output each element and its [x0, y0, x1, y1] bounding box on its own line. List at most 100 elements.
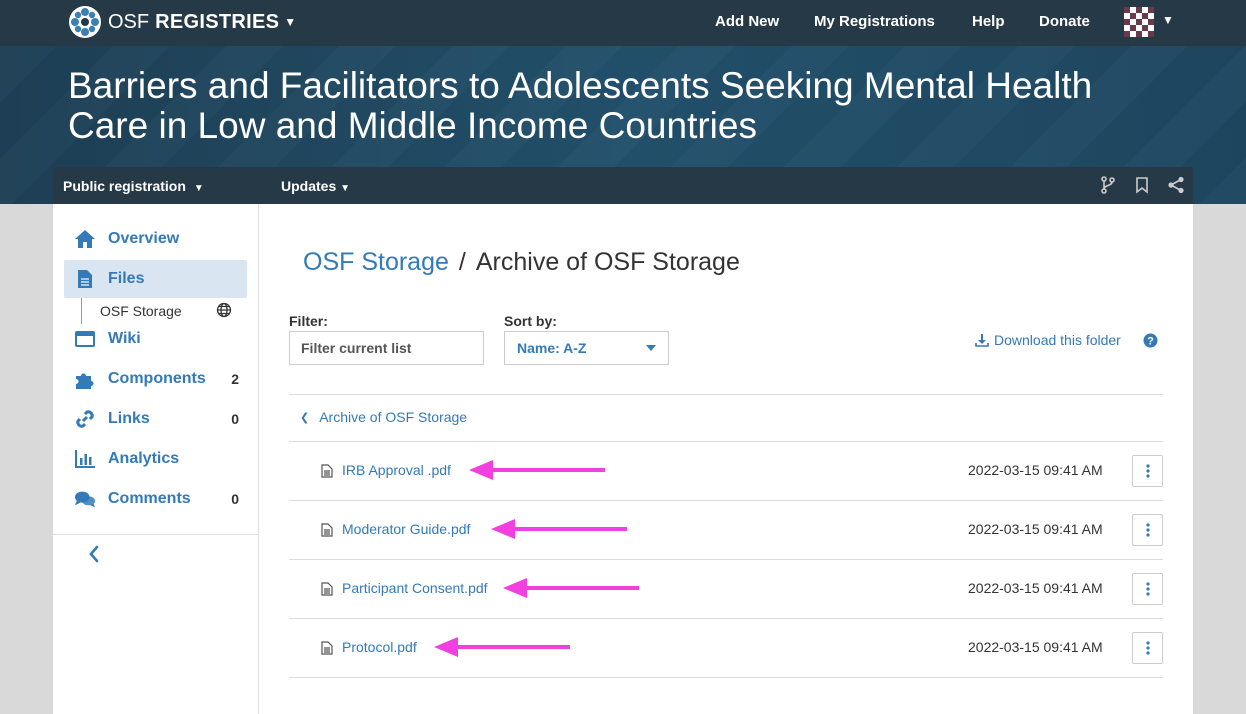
annotation-arrow	[503, 578, 639, 598]
breadcrumb-current: Archive of OSF Storage	[475, 248, 740, 276]
more-vertical-icon	[1145, 464, 1150, 478]
divider	[289, 394, 1163, 395]
sidebar-item-label: Files	[108, 270, 145, 287]
bookmark-icon[interactable]	[1133, 176, 1151, 194]
osf-logo-icon	[69, 6, 101, 38]
download-folder-label: Download this folder	[994, 332, 1121, 348]
filter-label: Filter:	[289, 313, 328, 329]
chevron-down-icon	[646, 345, 656, 351]
file-row[interactable]: Participant Consent.pdf 2022-03-15 09:41…	[289, 560, 1163, 618]
brand-caret-icon: ▼	[284, 15, 297, 29]
annotation-arrow	[434, 637, 570, 657]
parent-folder-link[interactable]: ❮ Archive of OSF Storage	[300, 409, 467, 425]
file-row[interactable]: IRB Approval .pdf 2022-03-15 09:41 AM	[289, 442, 1163, 500]
sidebar-item-analytics[interactable]: Analytics	[64, 440, 247, 478]
wiki-icon	[74, 328, 96, 350]
breadcrumb-separator: /	[458, 248, 466, 276]
more-vertical-icon	[1145, 582, 1150, 596]
sidebar-item-count: 2	[231, 371, 239, 387]
file-date: 2022-03-15 09:41 AM	[968, 521, 1103, 537]
chevron-left-icon: ❮	[300, 411, 310, 424]
file-name[interactable]: Moderator Guide.pdf	[342, 521, 470, 537]
more-vertical-icon	[1145, 523, 1150, 537]
download-icon	[975, 334, 989, 347]
sort-select[interactable]: Name: A-Z	[504, 331, 669, 365]
file-options-button[interactable]	[1132, 573, 1163, 605]
chevron-down-icon: ▼	[340, 183, 351, 194]
file-icon	[74, 268, 96, 290]
file-text-icon	[321, 464, 333, 478]
osf-storage-label: OSF Storage	[100, 303, 182, 319]
globe-icon	[216, 302, 232, 318]
help-question-icon[interactable]: ?	[1143, 333, 1158, 348]
donate-link[interactable]: Donate	[1039, 13, 1090, 30]
filter-input[interactable]	[289, 331, 484, 365]
updates-label: Updates	[281, 178, 337, 194]
breadcrumb: OSF Storage / Archive of OSF Storage	[303, 248, 740, 277]
chevron-down-icon: ▼	[193, 183, 204, 194]
user-avatar[interactable]	[1124, 7, 1154, 37]
sidebar-item-count: 0	[231, 411, 239, 427]
main-panel: Overview Files OSF Storage Wiki Componen…	[53, 204, 1193, 714]
file-date: 2022-03-15 09:41 AM	[968, 462, 1103, 478]
sidebar-item-count: 0	[231, 491, 239, 507]
file-date: 2022-03-15 09:41 AM	[968, 580, 1103, 596]
sidebar-item-label: Comments	[108, 490, 191, 507]
home-icon	[74, 228, 96, 250]
analytics-icon	[74, 448, 96, 470]
parent-folder-label: Archive of OSF Storage	[319, 409, 468, 425]
file-options-button[interactable]	[1132, 455, 1163, 487]
user-menu-caret-icon[interactable]: ▼	[1162, 13, 1174, 27]
sidebar-item-label: Components	[108, 370, 206, 387]
sidebar-divider	[53, 534, 259, 535]
brand[interactable]: OSF REGISTRIES ▼	[68, 5, 296, 39]
annotation-arrow	[469, 460, 605, 480]
help-link[interactable]: Help	[972, 13, 1005, 30]
svg-text:?: ?	[1147, 335, 1154, 347]
file-text-icon	[321, 582, 333, 596]
sidebar-item-label: Overview	[108, 230, 180, 247]
comments-icon	[74, 488, 96, 510]
sidebar-item-label: Wiki	[108, 330, 141, 347]
sidebar-item-wiki[interactable]: Wiki	[64, 320, 247, 358]
page-title: Barriers and Facilitators to Adolescents…	[68, 65, 1093, 146]
updates-dropdown[interactable]: Updates ▼	[281, 178, 350, 194]
file-date: 2022-03-15 09:41 AM	[968, 639, 1103, 655]
file-options-button[interactable]	[1132, 514, 1163, 546]
file-options-button[interactable]	[1132, 632, 1163, 664]
public-registration-dropdown[interactable]: Public registration ▼	[63, 178, 204, 194]
file-row[interactable]: Protocol.pdf 2022-03-15 09:41 AM	[289, 619, 1163, 677]
sidebar-item-files[interactable]: Files	[64, 260, 247, 298]
fork-icon[interactable]	[1099, 176, 1117, 194]
file-text-icon	[321, 641, 333, 655]
share-icon[interactable]	[1167, 176, 1185, 194]
file-name[interactable]: IRB Approval .pdf	[342, 462, 451, 478]
sidebar-item-links[interactable]: Links 0	[64, 400, 247, 438]
divider	[289, 677, 1163, 678]
puzzle-icon	[74, 368, 96, 390]
collapse-sidebar-chevron-left-icon[interactable]	[85, 544, 105, 564]
brand-registries-text: REGISTRIES	[155, 10, 280, 33]
more-vertical-icon	[1145, 641, 1150, 655]
file-name[interactable]: Participant Consent.pdf	[342, 580, 488, 596]
registration-subnav: Public registration ▼ Updates ▼	[53, 167, 1193, 204]
sidebar-item-label: Links	[108, 410, 150, 427]
file-name[interactable]: Protocol.pdf	[342, 639, 417, 655]
file-row[interactable]: Moderator Guide.pdf 2022-03-15 09:41 AM	[289, 501, 1163, 559]
sidebar-item-comments[interactable]: Comments 0	[64, 480, 247, 518]
my-registrations-link[interactable]: My Registrations	[814, 13, 935, 30]
sort-select-value: Name: A-Z	[517, 340, 587, 356]
annotation-arrow	[491, 519, 627, 539]
public-registration-label: Public registration	[63, 178, 186, 194]
brand-osf-text: OSF	[108, 10, 150, 33]
sidebar-item-overview[interactable]: Overview	[64, 220, 247, 258]
file-text-icon	[321, 523, 333, 537]
breadcrumb-osf-storage[interactable]: OSF Storage	[303, 248, 449, 276]
download-folder-link[interactable]: Download this folder	[975, 332, 1121, 348]
sidebar-item-label: Analytics	[108, 450, 180, 467]
add-new-link[interactable]: Add New	[715, 13, 779, 30]
sidebar: Overview Files OSF Storage Wiki Componen…	[53, 204, 259, 714]
sidebar-item-components[interactable]: Components 2	[64, 360, 247, 398]
sort-label: Sort by:	[504, 313, 557, 329]
link-icon	[74, 408, 96, 430]
